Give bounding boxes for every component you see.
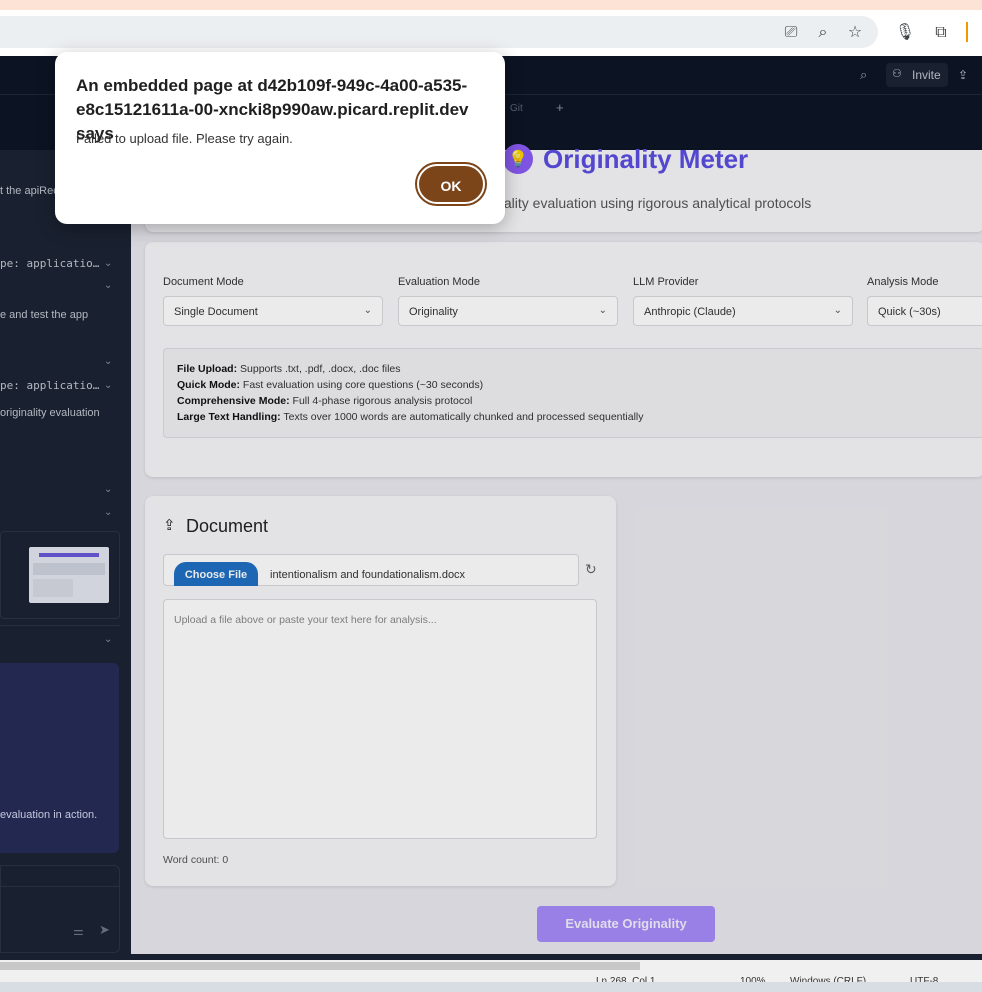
- bookmark-star-icon[interactable]: ☆: [843, 20, 867, 44]
- horizontal-scrollbar[interactable]: [0, 962, 640, 970]
- microphone-icon[interactable]: 🎙: [893, 20, 917, 44]
- zoom-icon[interactable]: ⌕: [811, 20, 835, 44]
- install-app-icon[interactable]: ⎚: [779, 20, 803, 44]
- extensions-icon[interactable]: ⧉: [929, 20, 953, 44]
- dialog-message: Failed to upload file. Please try again.: [76, 131, 293, 146]
- profile-indicator: [966, 22, 968, 42]
- browser-top-strip: [0, 0, 982, 10]
- ok-button[interactable]: OK: [417, 164, 485, 204]
- os-taskbar: [0, 982, 982, 992]
- address-bar[interactable]: [0, 16, 878, 48]
